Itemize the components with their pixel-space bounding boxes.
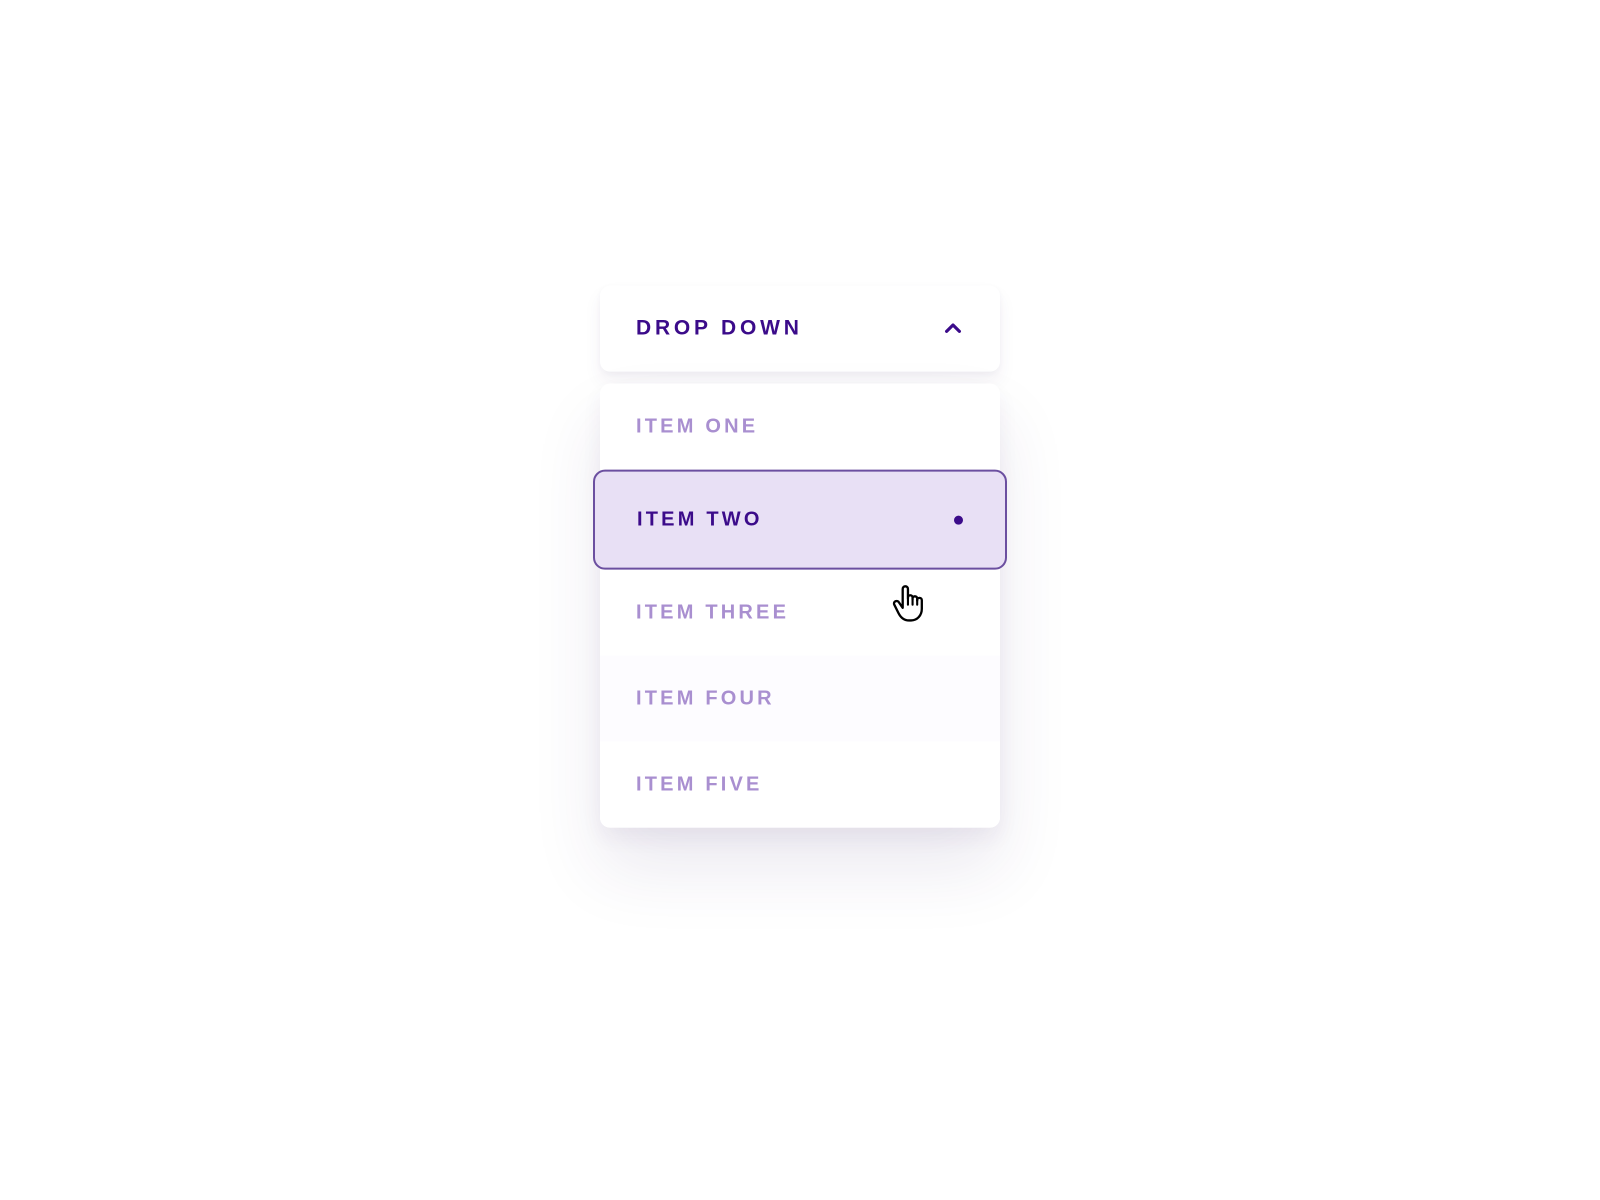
dropdown-item[interactable]: Item Three [600,570,1000,656]
dropdown-item-label: Item Five [636,773,763,796]
dropdown-item[interactable]: Item Five [600,742,1000,828]
dropdown-item-label: Item Two [637,508,763,531]
dropdown-item[interactable]: Item One [600,384,1000,470]
dropdown-list: Item One Item Two Item Three Item Four I… [600,384,1000,828]
dropdown-item-label: Item One [636,415,758,438]
dropdown-item[interactable]: Item Four [600,656,1000,742]
dropdown-container: Drop Down Item One Item Two Item Three I… [600,286,1000,828]
selected-indicator-icon [954,515,963,524]
chevron-up-icon [942,318,964,340]
dropdown-item-label: Item Three [636,601,789,624]
dropdown-item-label: Item Four [636,687,775,710]
dropdown-label: Drop Down [636,317,803,341]
dropdown-item[interactable]: Item Two [593,470,1007,570]
dropdown-toggle[interactable]: Drop Down [600,286,1000,372]
